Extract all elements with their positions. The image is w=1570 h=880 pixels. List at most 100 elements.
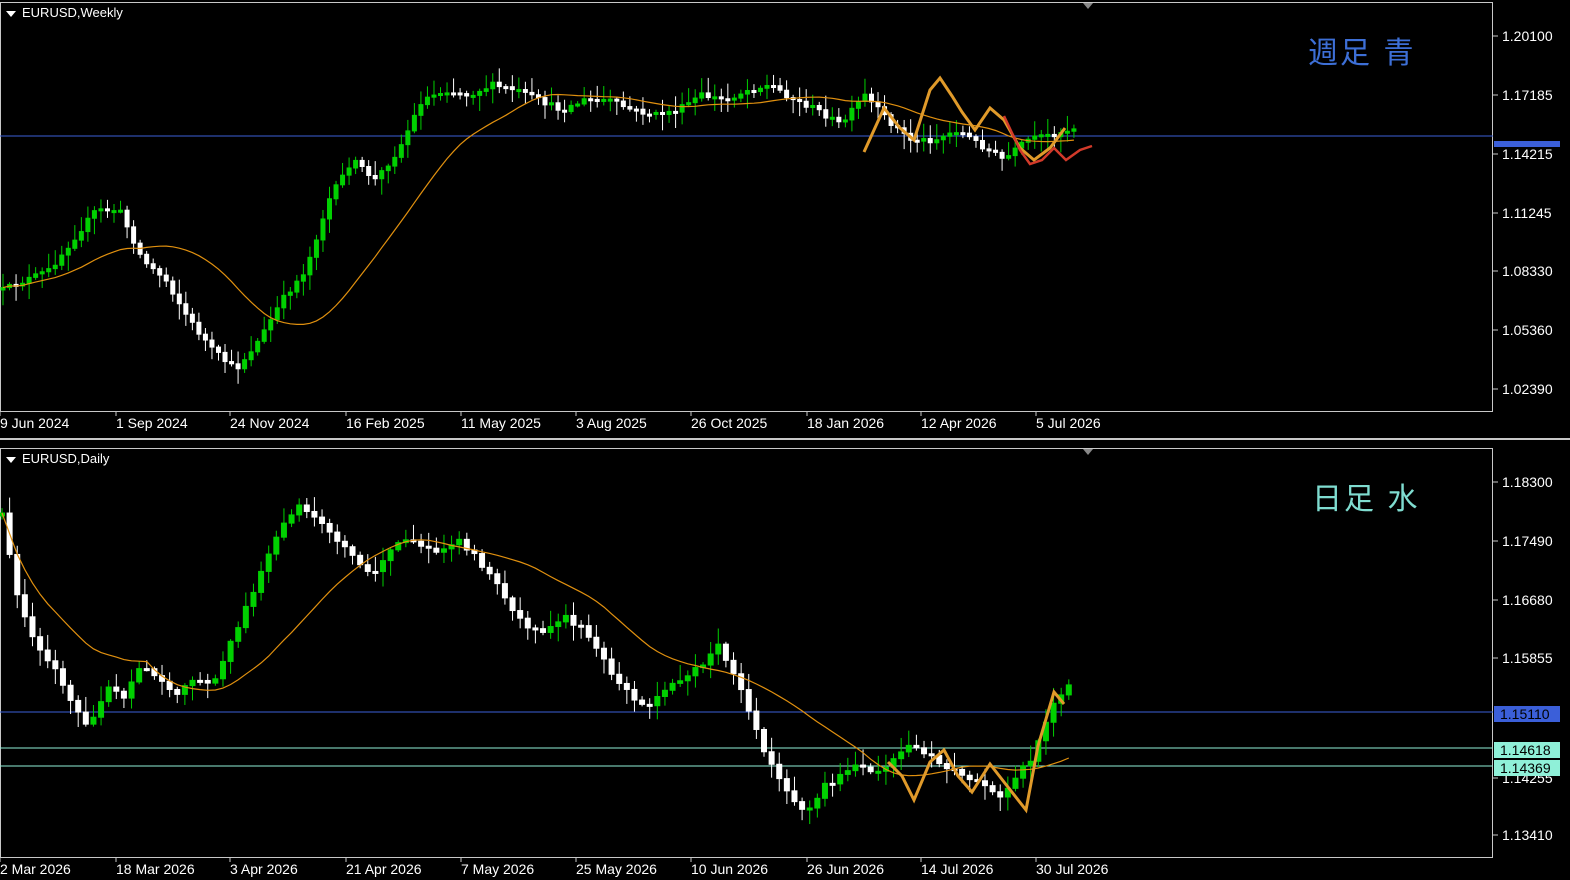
candle-body bbox=[997, 791, 1004, 798]
candle-body bbox=[516, 89, 522, 93]
candle-body bbox=[44, 649, 51, 662]
y-axis-label: 1.11245 bbox=[1502, 205, 1552, 221]
candle-body bbox=[829, 782, 836, 786]
candle-body bbox=[593, 636, 600, 649]
candle-body bbox=[346, 167, 352, 176]
candle-body bbox=[307, 256, 313, 276]
chart-menu-arrow-icon[interactable] bbox=[6, 456, 16, 463]
candle-body bbox=[842, 119, 848, 123]
candle-body bbox=[242, 605, 249, 629]
candle-body bbox=[357, 554, 364, 566]
candle-body bbox=[581, 98, 587, 105]
y-axis-label: 1.14215 bbox=[1502, 146, 1553, 162]
candle-body bbox=[934, 139, 940, 144]
candle-body bbox=[98, 208, 104, 212]
candle-body bbox=[411, 114, 417, 132]
candle-body bbox=[1045, 133, 1051, 137]
candle-body bbox=[385, 165, 391, 172]
candle-body bbox=[540, 628, 547, 633]
candle-body bbox=[37, 636, 44, 651]
candle-body bbox=[250, 591, 257, 607]
candle-body bbox=[1027, 760, 1034, 767]
candle-body bbox=[640, 108, 646, 115]
x-axis-label: 30 Jul 2026 bbox=[1036, 861, 1109, 877]
chart-menu-arrow-icon[interactable] bbox=[6, 10, 16, 17]
daily-chart-pane[interactable]: 1.18300 1.17490 1.16680 1.15855 1.14255 1.134… bbox=[0, 446, 1570, 880]
candle-body bbox=[287, 291, 293, 296]
candle-body bbox=[799, 801, 806, 810]
candle-body bbox=[913, 744, 920, 749]
candle-body bbox=[940, 135, 946, 141]
candle-body bbox=[607, 98, 613, 102]
x-axis-label: 12 Apr 2026 bbox=[921, 415, 997, 431]
candle-body bbox=[509, 86, 515, 91]
candle-body bbox=[431, 94, 437, 98]
x-axis-label: 18 Jan 2026 bbox=[807, 415, 884, 431]
candle-body bbox=[52, 660, 59, 670]
candle-body bbox=[725, 98, 731, 102]
candle-body bbox=[424, 96, 430, 106]
y-axis-label: 1.02390 bbox=[1502, 381, 1553, 397]
candle-body bbox=[176, 293, 182, 305]
weekly-chart-pane[interactable]: 1.20100 1.17185 1.14215 1.11245 1.08330 1.053… bbox=[0, 0, 1570, 438]
candle-body bbox=[867, 766, 874, 773]
candle-body bbox=[288, 514, 295, 524]
candle-body bbox=[686, 102, 692, 106]
candle-body bbox=[215, 346, 221, 353]
candle-body bbox=[633, 108, 639, 112]
candle-body bbox=[654, 696, 661, 707]
candle-body bbox=[966, 132, 972, 138]
candle-body bbox=[718, 96, 724, 100]
candle-body bbox=[59, 668, 66, 686]
x-axis-label: 3 Apr 2026 bbox=[230, 861, 298, 877]
daily-chart-title[interactable]: EURUSD,Daily bbox=[6, 451, 109, 466]
candle-body bbox=[353, 159, 359, 169]
candle-body bbox=[744, 90, 750, 95]
candle-body bbox=[46, 268, 52, 273]
y-axis-label: 1.08330 bbox=[1502, 263, 1553, 279]
candle-body bbox=[677, 680, 684, 684]
candle-body bbox=[731, 97, 737, 101]
candle-body bbox=[268, 319, 274, 331]
candle-body bbox=[601, 98, 607, 102]
candle-body bbox=[457, 92, 463, 96]
candle-body bbox=[921, 138, 927, 142]
candle-body bbox=[222, 351, 228, 363]
candle-body bbox=[470, 94, 476, 98]
x-axis-label: 7 May 2026 bbox=[461, 861, 534, 877]
candle-body bbox=[433, 547, 440, 553]
candle-body bbox=[501, 583, 508, 599]
candle-body bbox=[29, 616, 36, 638]
chart-shift-marker-icon bbox=[1083, 3, 1093, 9]
candle-body bbox=[751, 90, 757, 94]
candle-body bbox=[150, 263, 156, 270]
candle-body bbox=[803, 100, 809, 108]
candle-body bbox=[960, 132, 966, 136]
candle-body bbox=[39, 271, 45, 275]
y-axis-label: 1.05360 bbox=[1502, 322, 1553, 338]
candle-body bbox=[136, 668, 143, 683]
weekly-chart-title[interactable]: EURUSD,Weekly bbox=[6, 5, 123, 20]
candle-body bbox=[113, 686, 120, 692]
candle-body bbox=[555, 621, 562, 628]
candle-body bbox=[349, 546, 356, 556]
candle-body bbox=[104, 208, 110, 212]
candle-body bbox=[660, 111, 666, 116]
candle-body bbox=[212, 678, 219, 684]
candle-body bbox=[646, 703, 653, 707]
candle-body bbox=[768, 751, 775, 765]
candle-body bbox=[334, 531, 341, 542]
candle-body bbox=[479, 553, 486, 568]
pane-splitter[interactable] bbox=[0, 438, 1570, 446]
candle-body bbox=[1038, 134, 1044, 138]
candle-body bbox=[588, 98, 594, 102]
candle-body bbox=[692, 97, 698, 104]
candle-body bbox=[771, 85, 777, 89]
candle-body bbox=[797, 99, 803, 103]
candle-body bbox=[999, 151, 1005, 159]
price-tag-label: 1.14369 bbox=[1500, 760, 1551, 776]
y-axis-label: 1.20100 bbox=[1502, 28, 1553, 44]
candle-body bbox=[1006, 155, 1012, 159]
candle-body bbox=[1071, 128, 1077, 132]
candle-body bbox=[646, 113, 652, 117]
